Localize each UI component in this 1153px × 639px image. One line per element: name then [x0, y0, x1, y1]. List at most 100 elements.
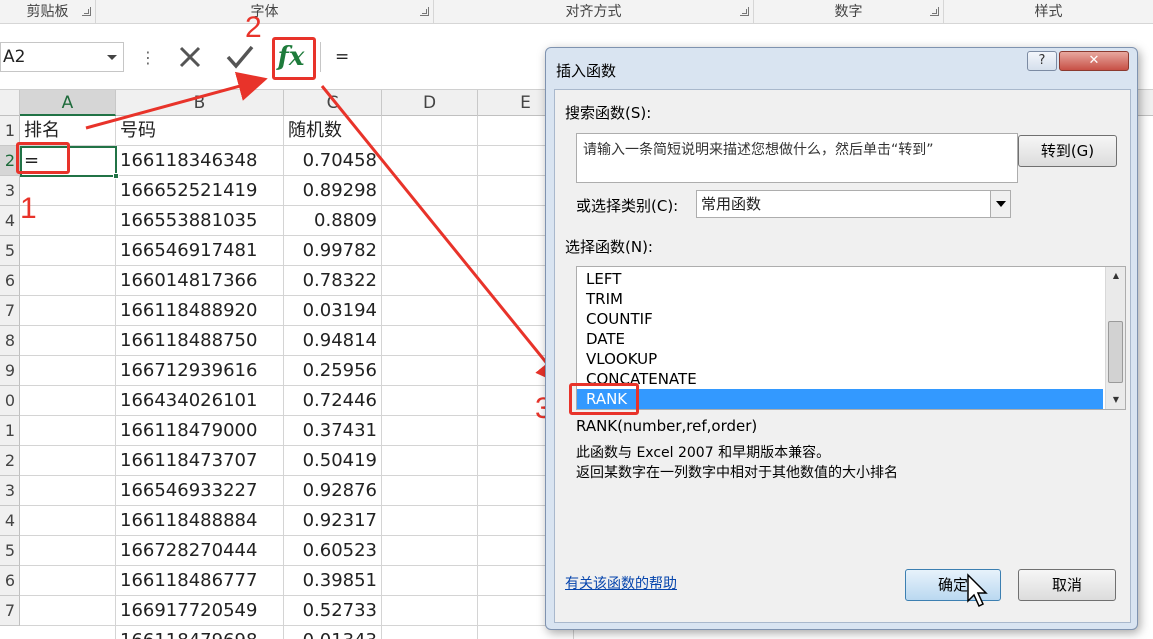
- table-cell[interactable]: [382, 386, 478, 416]
- alignment-launcher-icon[interactable]: [740, 7, 749, 16]
- table-cell[interactable]: [382, 176, 478, 206]
- table-cell[interactable]: [20, 626, 116, 639]
- column-header-c[interactable]: C: [284, 90, 382, 116]
- table-cell-random[interactable]: 0.89298: [284, 176, 382, 206]
- scroll-thumb[interactable]: [1108, 321, 1123, 383]
- table-cell[interactable]: [20, 296, 116, 326]
- row-header[interactable]: 9: [0, 356, 20, 386]
- row-header[interactable]: 8: [0, 326, 20, 356]
- row-header[interactable]: 5: [0, 236, 20, 266]
- table-cell[interactable]: [20, 506, 116, 536]
- table-cell[interactable]: [20, 326, 116, 356]
- table-cell[interactable]: [20, 476, 116, 506]
- table-cell[interactable]: [20, 416, 116, 446]
- fill-handle[interactable]: [113, 173, 119, 179]
- table-cell-random[interactable]: 0.72446: [284, 386, 382, 416]
- more-options-icon[interactable]: ⋮: [140, 48, 156, 67]
- table-cell[interactable]: [382, 446, 478, 476]
- table-cell-random[interactable]: 0.99782: [284, 236, 382, 266]
- header-cell-random[interactable]: 随机数: [284, 116, 382, 146]
- row-header[interactable]: 1: [0, 416, 20, 446]
- table-cell-random[interactable]: 0.8809: [284, 206, 382, 236]
- table-cell[interactable]: [382, 326, 478, 356]
- cancel-formula-icon[interactable]: [175, 42, 205, 72]
- function-list-scrollbar[interactable]: ▲ ▼: [1105, 267, 1125, 409]
- table-cell-random[interactable]: 0.70458: [284, 146, 382, 176]
- clipboard-launcher-icon[interactable]: [82, 7, 91, 16]
- table-cell[interactable]: [382, 146, 478, 176]
- number-launcher-icon[interactable]: [930, 7, 939, 16]
- table-cell[interactable]: [20, 356, 116, 386]
- table-cell-number[interactable]: 166118479698: [116, 626, 284, 639]
- table-cell[interactable]: [382, 356, 478, 386]
- row-header[interactable]: 2: [0, 446, 20, 476]
- table-cell-number[interactable]: 166118488750: [116, 326, 284, 356]
- table-cell-number[interactable]: 166728270444: [116, 536, 284, 566]
- table-cell[interactable]: [20, 536, 116, 566]
- cancel-button[interactable]: 取消: [1018, 569, 1116, 601]
- table-cell[interactable]: [20, 596, 116, 626]
- table-cell-number[interactable]: 166118488920: [116, 296, 284, 326]
- table-cell-random[interactable]: 0.50419: [284, 446, 382, 476]
- table-cell[interactable]: [382, 236, 478, 266]
- category-select[interactable]: 常用函数: [696, 190, 1011, 218]
- function-item-concatenate[interactable]: CONCATENATE: [577, 369, 1103, 389]
- scroll-up-icon[interactable]: ▲: [1106, 267, 1125, 285]
- function-item-date[interactable]: DATE: [577, 329, 1103, 349]
- table-cell-random[interactable]: 0.25956: [284, 356, 382, 386]
- table-cell-number[interactable]: 166014817366: [116, 266, 284, 296]
- name-box[interactable]: A2: [0, 42, 124, 72]
- table-cell[interactable]: [382, 416, 478, 446]
- table-cell-random[interactable]: 0.39851: [284, 566, 382, 596]
- table-cell[interactable]: [20, 236, 116, 266]
- close-button[interactable]: ✕: [1059, 51, 1129, 71]
- function-list[interactable]: LEFT TRIM COUNTIF DATE VLOOKUP CONCATENA…: [576, 266, 1126, 410]
- table-cell[interactable]: [382, 266, 478, 296]
- table-cell[interactable]: [382, 476, 478, 506]
- row-header[interactable]: 6: [0, 566, 20, 596]
- function-item-rank[interactable]: RANK: [577, 389, 1103, 409]
- table-cell-random[interactable]: 0.52733: [284, 596, 382, 626]
- row-header[interactable]: 4: [0, 506, 20, 536]
- table-cell-number[interactable]: 166118488884: [116, 506, 284, 536]
- column-header-d[interactable]: D: [382, 90, 478, 116]
- table-cell-random[interactable]: 0.92317: [284, 506, 382, 536]
- table-cell-random[interactable]: 0.03194: [284, 296, 382, 326]
- row-header[interactable]: 7: [0, 296, 20, 326]
- header-cell-number[interactable]: 号码: [116, 116, 284, 146]
- function-item-trim[interactable]: TRIM: [577, 289, 1103, 309]
- row-header[interactable]: 6: [0, 266, 20, 296]
- table-cell[interactable]: [382, 206, 478, 236]
- table-cell[interactable]: [382, 506, 478, 536]
- table-cell-number[interactable]: 166553881035: [116, 206, 284, 236]
- table-cell[interactable]: [382, 566, 478, 596]
- help-button[interactable]: ?: [1027, 51, 1057, 71]
- table-cell-random[interactable]: 0.78322: [284, 266, 382, 296]
- search-input[interactable]: 请输入一条简短说明来描述您想做什么，然后单击“转到”: [576, 133, 1018, 183]
- function-item-countif[interactable]: COUNTIF: [577, 309, 1103, 329]
- row-header[interactable]: 7: [0, 596, 20, 626]
- table-cell-number[interactable]: 166712939616: [116, 356, 284, 386]
- table-cell[interactable]: [20, 386, 116, 416]
- table-cell-random[interactable]: 0.92876: [284, 476, 382, 506]
- table-cell-number[interactable]: 166118346348: [116, 146, 284, 176]
- row-header[interactable]: 5: [0, 536, 20, 566]
- column-header-a[interactable]: A: [20, 90, 116, 116]
- table-cell-number[interactable]: 166546917481: [116, 236, 284, 266]
- table-cell-random[interactable]: 0.37431: [284, 416, 382, 446]
- table-cell-number[interactable]: 166434026101: [116, 386, 284, 416]
- chevron-down-icon[interactable]: [107, 55, 117, 60]
- table-cell[interactable]: [382, 626, 478, 639]
- table-cell[interactable]: [382, 596, 478, 626]
- row-header[interactable]: 4: [0, 206, 20, 236]
- table-cell[interactable]: [382, 536, 478, 566]
- row-header[interactable]: 3: [0, 476, 20, 506]
- table-cell[interactable]: [382, 116, 478, 146]
- table-cell-number[interactable]: 166917720549: [116, 596, 284, 626]
- table-cell-number[interactable]: 166652521419: [116, 176, 284, 206]
- table-cell[interactable]: [382, 296, 478, 326]
- table-cell[interactable]: [20, 446, 116, 476]
- table-cell-random[interactable]: 0.01343: [284, 626, 382, 639]
- column-header-b[interactable]: B: [116, 90, 284, 116]
- table-cell-number[interactable]: 166118473707: [116, 446, 284, 476]
